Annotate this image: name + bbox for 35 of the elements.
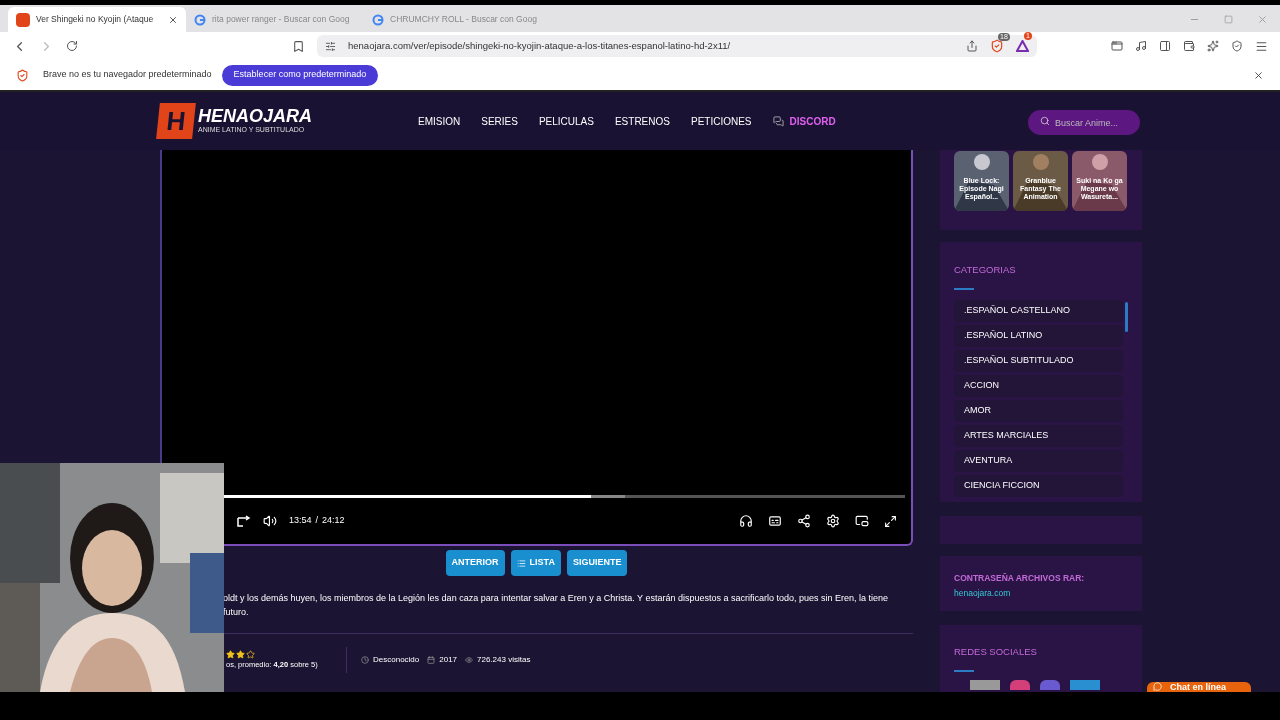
category-link[interactable]: AMOR: [954, 400, 1123, 422]
category-link[interactable]: ARTES MARCIALES: [954, 425, 1123, 447]
nav-link[interactable]: EMISION: [418, 113, 461, 129]
current-time: 13:54: [289, 514, 312, 528]
meta-text: 726.243 visitas: [477, 654, 531, 666]
meta-text: Desconocido: [373, 654, 420, 666]
episode-nav-button[interactable]: ANTERIOR: [445, 550, 505, 576]
infobar-message: Brave no es tu navegador predeterminado: [43, 68, 212, 82]
category-link[interactable]: .ESPAÑOL SUBTITULADO: [954, 350, 1123, 372]
nav-link[interactable]: ESTRENOS: [614, 113, 670, 129]
discord-link[interactable]: DISCORD: [772, 113, 836, 129]
search-field[interactable]: Buscar Anime...: [1028, 110, 1140, 135]
set-default-button[interactable]: Establecer como predeterminado: [221, 64, 379, 86]
url-text: henaojara.com/ver/episode/shingeki-no-kyojin-ataque-a-los-titanes-espanol-latino-hd-2x11/: [348, 38, 731, 53]
category-link[interactable]: CIENCIA FICCION: [954, 475, 1123, 497]
logo-initial[interactable]: H: [156, 103, 196, 139]
category-link[interactable]: ACCION: [954, 375, 1123, 397]
category-link[interactable]: .ESPAÑOL CASTELLANO: [954, 300, 1123, 322]
password-title: CONTRASEÑA ARCHIVOS RAR:: [954, 572, 1086, 585]
episode-nav-button[interactable]: LISTA: [510, 550, 561, 576]
duration: 24:12: [322, 514, 345, 528]
nav-link[interactable]: PETICIONES: [690, 113, 752, 129]
nav-link[interactable]: PELICULAS: [538, 113, 594, 129]
browser-tab[interactable]: Ver Shingeki no Kyojin (Ataque: [8, 7, 186, 32]
social-title: REDES SOCIALES: [954, 646, 1037, 657]
meta-text: 2017: [439, 654, 458, 666]
nav-link[interactable]: SERIES: [481, 113, 518, 129]
category-link[interactable]: .ESPAÑOL LATINO: [954, 325, 1123, 347]
categories-title: CATEGORIAS: [954, 264, 1016, 275]
logo-name[interactable]: HENAOJARA: [198, 106, 312, 125]
video-player[interactable]: 13:54 / 24:12: [160, 150, 913, 546]
episode-nav-button[interactable]: SIGUIENTE: [566, 550, 628, 576]
time-separator: /: [315, 514, 319, 528]
category-link[interactable]: AVENTURA: [954, 450, 1123, 472]
password-value: henaojara.com: [954, 586, 1012, 600]
